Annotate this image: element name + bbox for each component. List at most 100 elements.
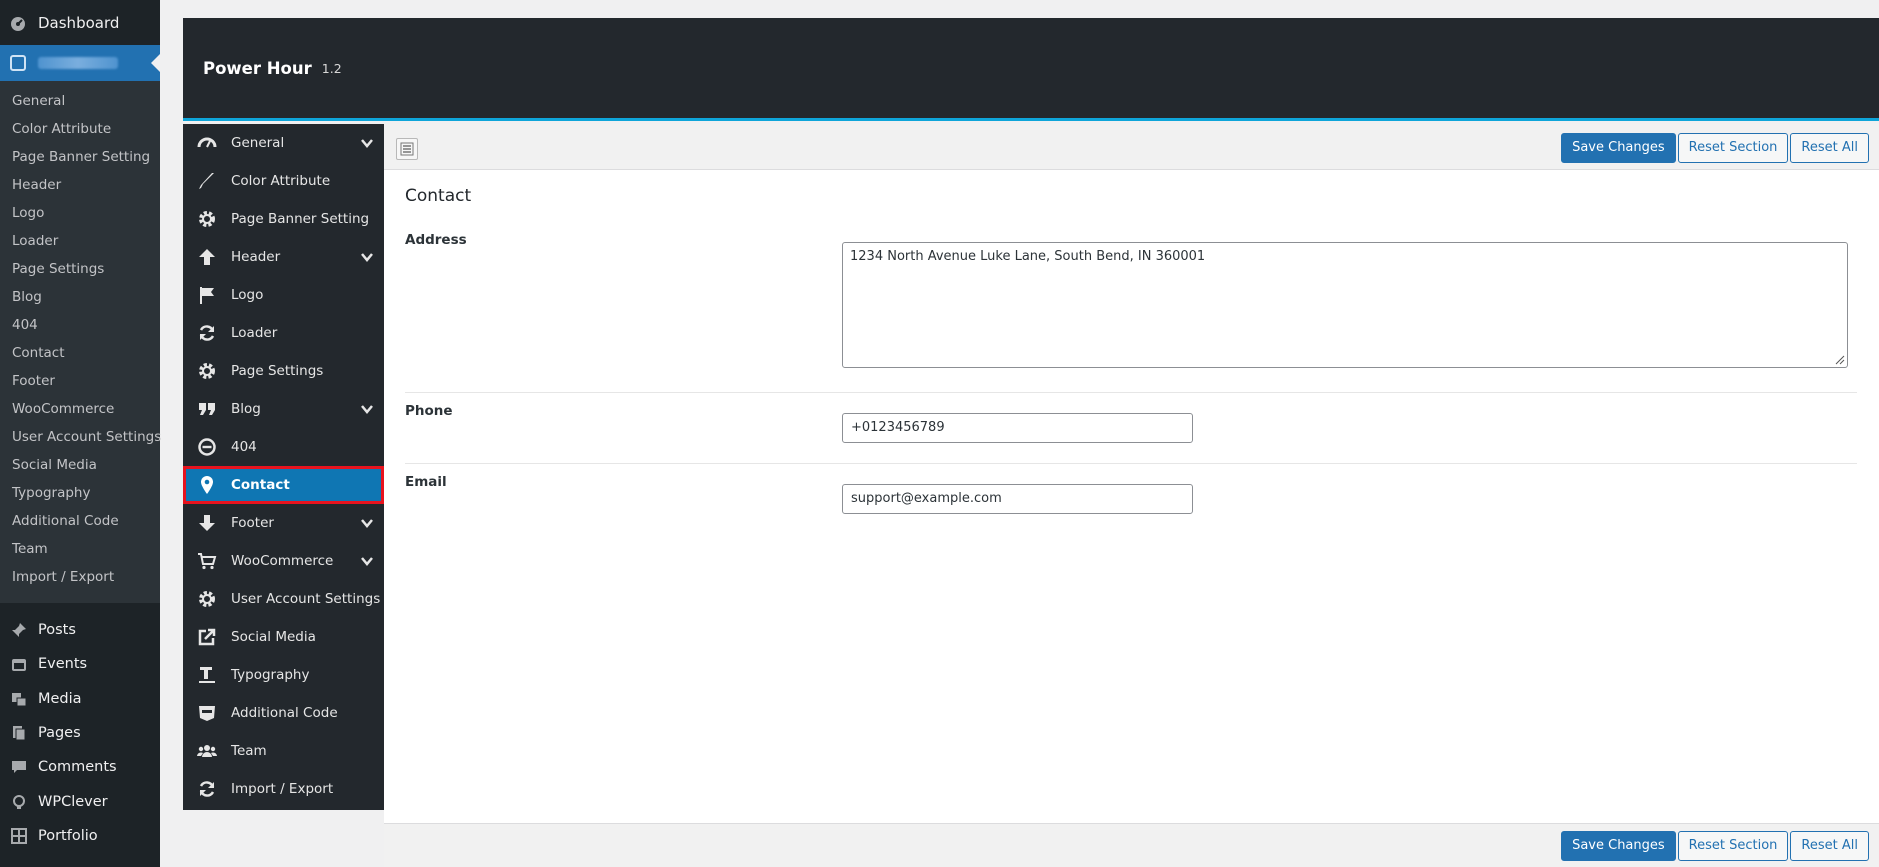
- wp-menu-media[interactable]: Media: [0, 682, 160, 716]
- nav-item-label: Page Settings: [231, 363, 324, 379]
- reset-all-button[interactable]: Reset All: [1790, 831, 1869, 861]
- nav-item-404[interactable]: 404: [183, 428, 384, 466]
- wp-menu-pages[interactable]: Pages: [0, 716, 160, 750]
- nav-item-label: Logo: [231, 287, 264, 303]
- chevron-down-icon[interactable]: [360, 516, 374, 530]
- events-icon: [10, 655, 28, 673]
- address-value: 1234 North Avenue Luke Lane, South Bend,…: [850, 249, 1206, 264]
- nav-item-footer[interactable]: Footer: [183, 504, 384, 542]
- wp-menu-wpclever[interactable]: WPClever: [0, 784, 160, 818]
- nav-item-social-media[interactable]: Social Media: [183, 618, 384, 656]
- blurred-menu-label: [38, 57, 118, 69]
- resize-handle-icon[interactable]: [1835, 355, 1845, 365]
- nav-item-label: Team: [231, 743, 267, 759]
- nav-item-label: Social Media: [231, 629, 316, 645]
- wp-submenu-item[interactable]: Logo: [0, 199, 160, 227]
- wp-submenu-item[interactable]: Color Attribute: [0, 115, 160, 143]
- wp-submenu-item[interactable]: Footer: [0, 367, 160, 395]
- nav-item-contact[interactable]: Contact: [183, 466, 384, 504]
- chevron-down-icon[interactable]: [360, 250, 374, 264]
- nav-item-woocommerce[interactable]: WooCommerce: [183, 542, 384, 580]
- nav-item-label: Additional Code: [231, 705, 338, 721]
- options-main: Save Changes Reset Section Reset All Con…: [384, 124, 1879, 867]
- wp-submenu-item[interactable]: Typography: [0, 479, 160, 507]
- nav-item-loader[interactable]: Loader: [183, 314, 384, 352]
- wp-submenu-item[interactable]: Blog: [0, 283, 160, 311]
- wp-menu-portfolio[interactable]: Portfolio: [0, 819, 160, 853]
- email-label: Email: [405, 474, 447, 490]
- phone-input[interactable]: +0123456789: [842, 413, 1193, 443]
- nav-item-page-banner-setting[interactable]: Page Banner Setting: [183, 200, 384, 238]
- reset-all-button[interactable]: Reset All: [1790, 133, 1869, 163]
- cart-icon: [197, 551, 217, 571]
- css-icon: [197, 703, 217, 723]
- nav-item-label: Typography: [231, 667, 310, 683]
- nav-item-label: 404: [231, 439, 257, 455]
- nav-item-blog[interactable]: Blog: [183, 390, 384, 428]
- wp-submenu-item[interactable]: Social Media: [0, 451, 160, 479]
- save-changes-button[interactable]: Save Changes: [1561, 831, 1676, 861]
- nav-item-color-attribute[interactable]: Color Attribute: [183, 162, 384, 200]
- chevron-down-icon[interactable]: [360, 402, 374, 416]
- minus-circle-icon: [197, 437, 217, 457]
- wp-submenu-item[interactable]: Header: [0, 171, 160, 199]
- nav-item-logo[interactable]: Logo: [183, 276, 384, 314]
- wp-submenu-item[interactable]: WooCommerce: [0, 395, 160, 423]
- wp-menu-comments[interactable]: Comments: [0, 750, 160, 784]
- options-panel-header: Power Hour 1.2: [183, 18, 1879, 121]
- email-input[interactable]: support@example.com: [842, 484, 1193, 514]
- brush-icon: [197, 171, 217, 191]
- wp-menu-label: WPClever: [38, 793, 108, 810]
- wp-menu-posts[interactable]: Posts: [0, 613, 160, 647]
- wp-submenu-item[interactable]: Page Settings: [0, 255, 160, 283]
- gear-icon: [197, 209, 217, 229]
- wp-menu-theme-options[interactable]: [0, 45, 160, 81]
- nav-item-typography[interactable]: Typography: [183, 656, 384, 694]
- nav-item-user-account-settings[interactable]: User Account Settings: [183, 580, 384, 618]
- chevron-down-icon[interactable]: [360, 554, 374, 568]
- nav-item-page-settings[interactable]: Page Settings: [183, 352, 384, 390]
- arrow-down-icon: [197, 513, 217, 533]
- reset-section-button[interactable]: Reset Section: [1677, 133, 1789, 163]
- wp-menu-dashboard[interactable]: Dashboard: [0, 0, 160, 45]
- nav-item-team[interactable]: Team: [183, 732, 384, 770]
- nav-item-import-export[interactable]: Import / Export: [183, 770, 384, 808]
- phone-label: Phone: [405, 403, 453, 419]
- wp-menu-label: Comments: [38, 759, 117, 776]
- wp-submenu-item[interactable]: Contact: [0, 339, 160, 367]
- wp-menu-events[interactable]: Events: [0, 647, 160, 681]
- wp-submenu-item[interactable]: 404: [0, 311, 160, 339]
- wp-menu-label: Media: [38, 690, 82, 707]
- bottom-toolbar: Save Changes Reset Section Reset All: [384, 823, 1879, 867]
- wp-submenu-item[interactable]: Additional Code: [0, 507, 160, 535]
- reset-section-button[interactable]: Reset Section: [1677, 831, 1789, 861]
- save-changes-button[interactable]: Save Changes: [1561, 133, 1676, 163]
- wp-menu-dashboard-label: Dashboard: [38, 13, 120, 32]
- nav-item-general[interactable]: General: [183, 124, 384, 162]
- nav-item-label: General: [231, 135, 285, 151]
- users-icon: [197, 741, 217, 761]
- address-label: Address: [405, 232, 467, 248]
- address-textarea[interactable]: 1234 North Avenue Luke Lane, South Bend,…: [842, 242, 1848, 368]
- pin-icon: [10, 621, 28, 639]
- expand-options-button[interactable]: [396, 138, 418, 160]
- comment-icon: [10, 758, 28, 776]
- nav-item-label: Import / Export: [231, 781, 334, 797]
- wp-submenu-item[interactable]: Loader: [0, 227, 160, 255]
- gear-icon: [197, 589, 217, 609]
- nav-item-label: Page Banner Setting: [231, 211, 370, 227]
- nav-item-label: Blog: [231, 401, 261, 417]
- nav-item-header[interactable]: Header: [183, 238, 384, 276]
- nav-item-label: Contact: [231, 477, 290, 493]
- nav-item-additional-code[interactable]: Additional Code: [183, 694, 384, 732]
- wp-submenu-item[interactable]: General: [0, 87, 160, 115]
- wp-submenu-item[interactable]: User Account Settings: [0, 423, 161, 451]
- wp-menu-label: Portfolio: [38, 827, 98, 844]
- wp-submenu-item[interactable]: Page Banner Setting: [0, 143, 160, 171]
- wp-submenu-item[interactable]: Import / Export: [0, 563, 160, 591]
- map-pin-icon: [197, 475, 217, 495]
- chevron-down-icon[interactable]: [360, 136, 374, 150]
- wp-submenu-item[interactable]: Team: [0, 535, 160, 563]
- media-icon: [10, 690, 28, 708]
- dashboard-gauge-icon: [10, 15, 26, 31]
